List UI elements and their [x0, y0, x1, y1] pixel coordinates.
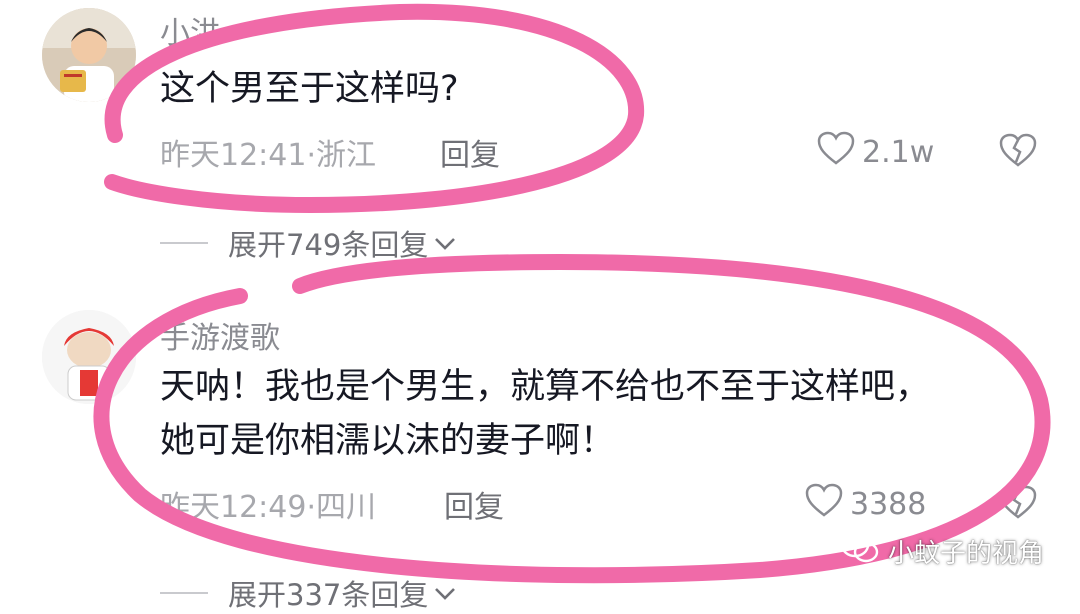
wechat-icon	[840, 532, 880, 571]
like-count: 2.1w	[862, 134, 935, 170]
heart-icon	[804, 482, 844, 526]
comment-meta: 昨天12:41·浙江	[160, 138, 376, 173]
expand-replies-button[interactable]: 展开337条回复	[160, 572, 458, 614]
comment-text: 这个男至于这样吗?	[160, 69, 459, 109]
broken-heart-icon	[998, 133, 1038, 172]
chevron-down-icon	[432, 226, 458, 260]
divider	[160, 592, 208, 594]
like-count: 3388	[850, 486, 927, 522]
expand-label: 展开749条回复	[228, 228, 429, 262]
comment-text-line-2: 她可是你相濡以沫的妻子啊！	[160, 421, 616, 461]
watermark-text: 小蚊子的视角	[887, 539, 1044, 569]
dislike-button[interactable]	[998, 132, 1038, 172]
heart-icon	[816, 130, 856, 174]
expand-label: 展开337条回复	[228, 578, 429, 612]
divider	[160, 242, 208, 244]
dislike-button[interactable]	[998, 484, 1038, 524]
reply-button[interactable]: 回复	[440, 130, 500, 174]
like-button[interactable]: 3388	[804, 482, 926, 526]
watermark: 小蚊子的视角	[840, 532, 1044, 571]
comment-author[interactable]: 手游渡歌	[160, 313, 280, 357]
expand-replies-button[interactable]: 展开749条回复	[160, 222, 458, 264]
chevron-down-icon	[432, 576, 458, 610]
reply-button[interactable]: 回复	[444, 482, 504, 526]
avatar[interactable]	[42, 310, 136, 404]
comment-text-line-1: 天呐！我也是个男生，就算不给也不至于这样吧，	[160, 367, 931, 407]
comment-author[interactable]: 小洪	[160, 8, 220, 52]
like-button[interactable]: 2.1w	[816, 130, 934, 174]
avatar[interactable]	[42, 8, 136, 102]
broken-heart-icon	[998, 485, 1038, 524]
comment-meta: 昨天12:49·四川	[160, 490, 376, 525]
